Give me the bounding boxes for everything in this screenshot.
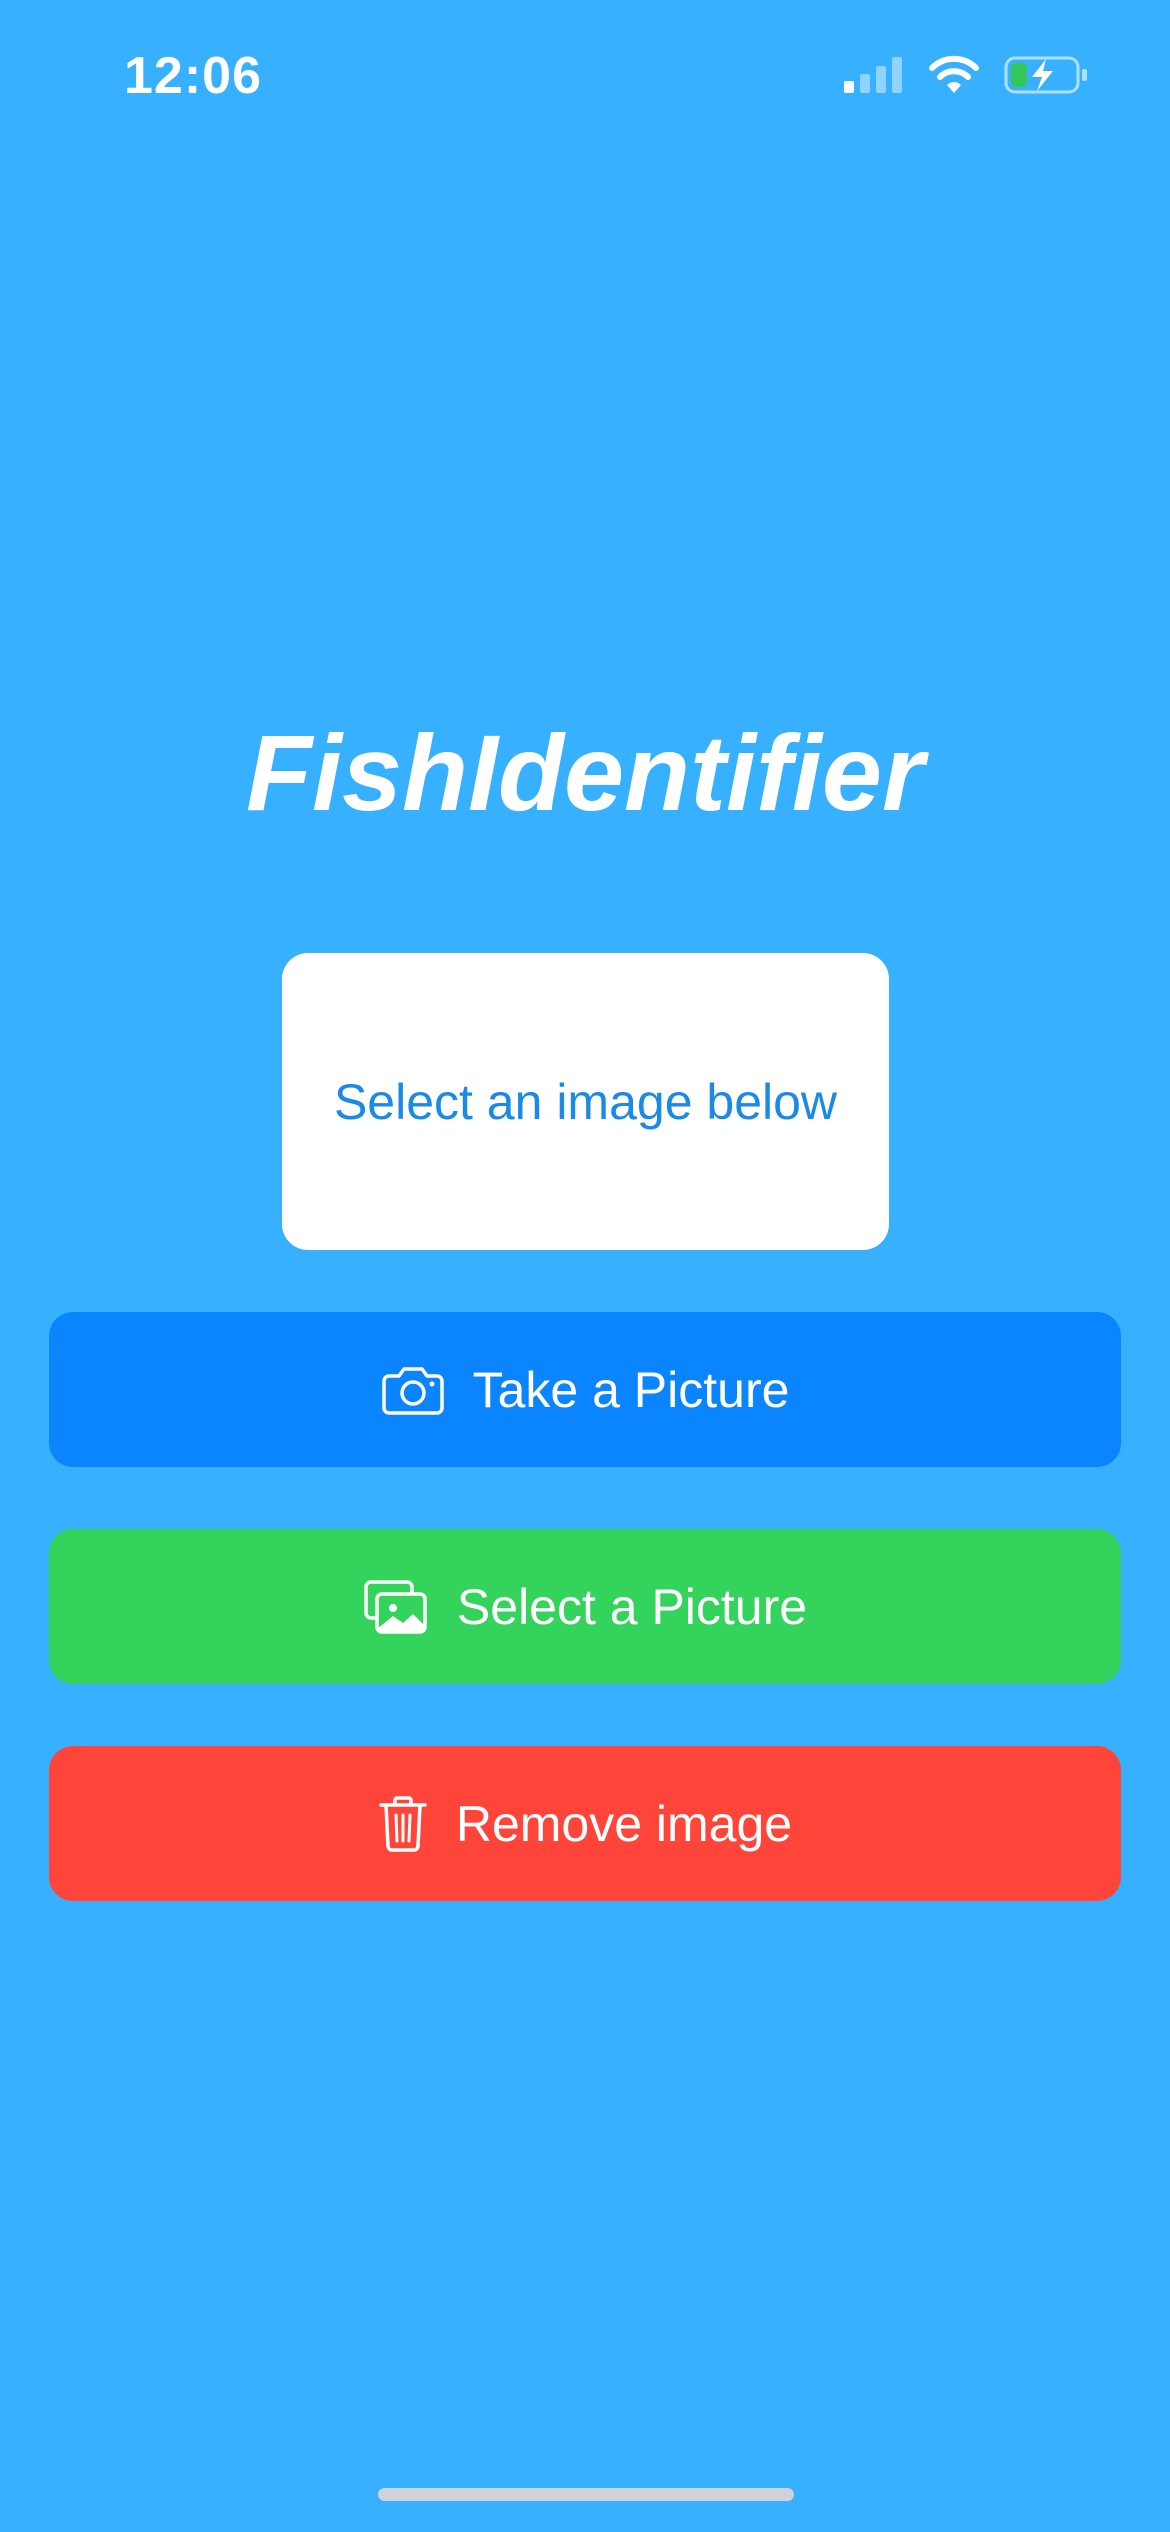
remove-image-label: Remove image — [455, 1795, 793, 1852]
image-preview-box: Select an image below — [282, 953, 889, 1250]
cellular-signal-icon — [844, 55, 904, 100]
status-icons — [844, 52, 1090, 102]
take-picture-label: Take a Picture — [472, 1361, 790, 1418]
battery-charging-icon — [1004, 55, 1090, 100]
select-picture-button[interactable]: Select a Picture — [49, 1529, 1121, 1684]
wifi-icon — [928, 55, 980, 100]
status-time: 12:06 — [124, 47, 262, 105]
photo-library-icon — [363, 1579, 429, 1635]
app-title: FishIdentifier — [245, 712, 925, 833]
trash-icon — [378, 1795, 428, 1853]
home-indicator[interactable] — [378, 2488, 794, 2501]
image-placeholder-label: Select an image below — [333, 1073, 838, 1130]
select-picture-label: Select a Picture — [456, 1578, 808, 1635]
status-bar: 12:06 — [0, 0, 1170, 150]
remove-image-button[interactable]: Remove image — [49, 1746, 1121, 1901]
take-picture-button[interactable]: Take a Picture — [49, 1312, 1121, 1467]
camera-icon — [381, 1364, 445, 1416]
